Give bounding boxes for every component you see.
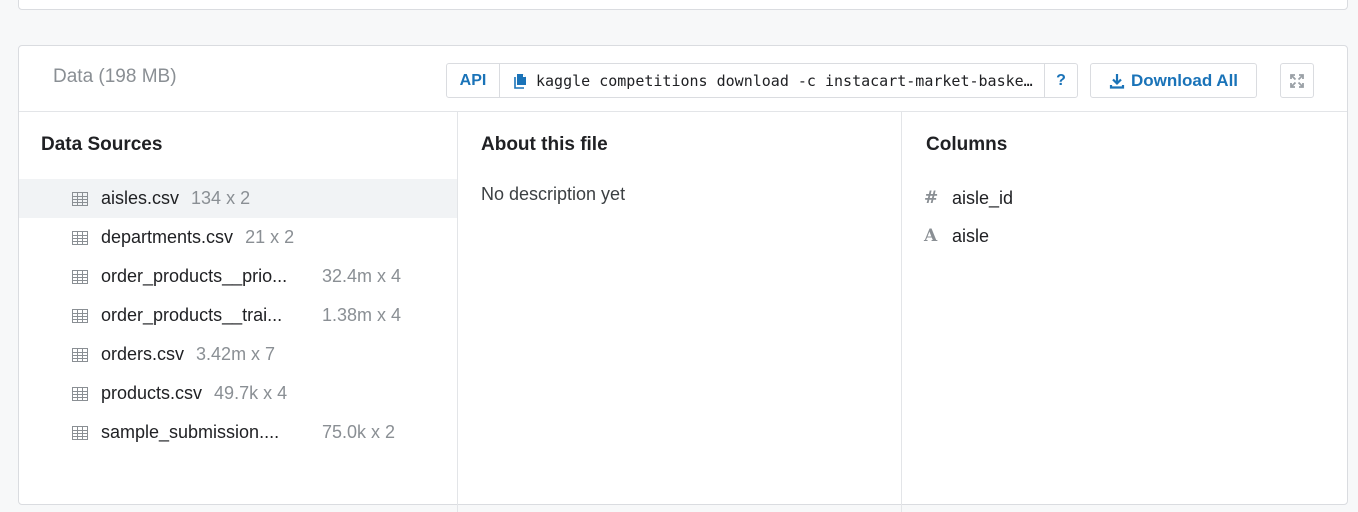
previous-card	[18, 0, 1348, 10]
table-icon	[72, 347, 88, 362]
file-name: sample_submission....	[101, 422, 280, 442]
file-description: No description yet	[481, 184, 626, 204]
data-sources-column: Data Sources aisles.csv 134 x 2 departme…	[19, 112, 458, 512]
about-file-heading: About this file	[481, 134, 608, 155]
file-item[interactable]: aisles.csv 134 x 2	[19, 179, 457, 218]
file-dimensions: 21 x 2	[245, 227, 295, 247]
download-all-label: Download All	[1130, 70, 1239, 90]
column-list: # aisle_id A aisle	[924, 179, 1013, 255]
file-list: aisles.csv 134 x 2 departments.csv 21 x …	[19, 179, 457, 452]
column-item[interactable]: # aisle_id	[924, 179, 1013, 217]
file-item[interactable]: products.csv 49.7k x 4	[19, 374, 457, 413]
column-name: aisle	[952, 225, 990, 246]
file-item[interactable]: sample_submission.... 75.0k x 2	[19, 413, 457, 452]
expand-button[interactable]	[1280, 63, 1314, 98]
table-icon	[72, 425, 88, 440]
api-command-text: kaggle competitions download -c instacar…	[536, 71, 1036, 90]
column-item[interactable]: A aisle	[924, 217, 1013, 255]
expand-icon	[1290, 73, 1304, 88]
copy-icon[interactable]	[512, 72, 530, 90]
table-icon	[72, 308, 88, 323]
file-dimensions: 134 x 2	[191, 188, 251, 208]
api-command-box[interactable]: kaggle competitions download -c instacar…	[500, 64, 1045, 97]
file-name: orders.csv	[101, 344, 185, 364]
file-dimensions: 3.42m x 7	[196, 344, 276, 364]
file-name: aisles.csv	[101, 188, 180, 208]
file-item[interactable]: order_products__prio... 32.4m x 4	[19, 257, 457, 296]
file-dimensions: 32.4m x 4	[322, 266, 402, 286]
data-sources-heading: Data Sources	[41, 134, 163, 155]
data-panel-header: Data (198 MB) API kaggle competitions do…	[19, 46, 1347, 112]
about-file-column: About this file No description yet	[458, 112, 902, 512]
file-dimensions: 1.38m x 4	[322, 305, 402, 325]
file-item[interactable]: orders.csv 3.42m x 7	[19, 335, 457, 374]
file-dimensions: 75.0k x 2	[322, 422, 396, 442]
file-item[interactable]: order_products__trai... 1.38m x 4	[19, 296, 457, 335]
columns-column: Columns # aisle_id A aisle	[902, 112, 1349, 512]
table-icon	[72, 191, 88, 206]
string-type-icon: A	[924, 226, 938, 246]
api-command-group: API kaggle competitions download -c inst…	[446, 63, 1078, 98]
data-size-title: Data (198 MB)	[53, 66, 177, 87]
column-name: aisle_id	[952, 187, 1014, 208]
file-name: order_products__trai...	[101, 305, 283, 325]
table-icon	[72, 230, 88, 245]
table-icon	[72, 386, 88, 401]
columns-heading: Columns	[926, 134, 1008, 155]
help-button[interactable]: ?	[1045, 64, 1077, 97]
file-name: order_products__prio...	[101, 266, 288, 286]
file-item[interactable]: departments.csv 21 x 2	[19, 218, 457, 257]
numeric-type-icon: #	[924, 188, 939, 208]
file-name: products.csv	[101, 383, 203, 403]
download-all-button[interactable]: Download All	[1090, 63, 1257, 98]
file-dimensions: 49.7k x 4	[214, 383, 288, 403]
api-button[interactable]: API	[447, 64, 500, 97]
table-icon	[72, 269, 88, 284]
file-name: departments.csv	[101, 227, 234, 247]
data-panel: Data (198 MB) API kaggle competitions do…	[18, 45, 1348, 512]
download-icon	[1109, 73, 1125, 89]
